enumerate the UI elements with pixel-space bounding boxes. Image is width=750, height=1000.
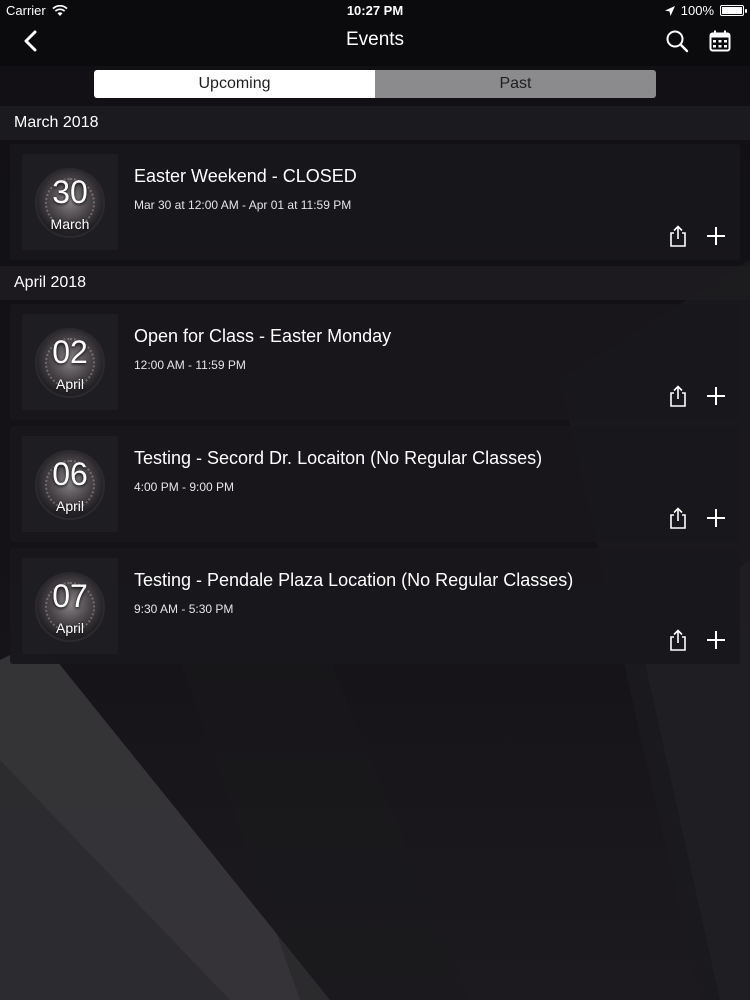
event-title: Testing - Secord Dr. Locaiton (No Regula… — [134, 448, 543, 468]
date-badge: 07 April — [22, 558, 118, 654]
share-icon — [670, 629, 686, 651]
event-actions — [666, 224, 728, 248]
event-day: 02 — [52, 334, 88, 370]
date-badge: 02 April — [22, 314, 118, 410]
event-time: 9:30 AM - 5:30 PM — [134, 602, 234, 616]
add-icon — [707, 227, 725, 245]
search-button[interactable] — [662, 28, 692, 54]
share-icon — [670, 507, 686, 529]
date-badge: 30 March — [22, 154, 118, 250]
share-button[interactable] — [666, 224, 690, 248]
calendar-icon — [709, 30, 731, 52]
add-to-calendar-button[interactable] — [704, 384, 728, 408]
add-to-calendar-button[interactable] — [704, 224, 728, 248]
status-right: 100% — [664, 3, 747, 18]
event-day: 06 — [52, 456, 88, 492]
event-title: Open for Class - Easter Monday — [134, 326, 392, 346]
page-title: Events — [345, 29, 405, 50]
event-card[interactable]: 07 April Testing - Pendale Plaza Locatio… — [10, 548, 740, 664]
status-time: 10:27 PM — [346, 3, 404, 18]
share-button[interactable] — [666, 506, 690, 530]
calendar-button[interactable] — [705, 28, 735, 54]
event-time: Mar 30 at 12:00 AM - Apr 01 at 11:59 PM — [134, 198, 352, 212]
events-list: March 2018 30 March Easter Weekend - CLO… — [0, 106, 750, 670]
battery-icon — [720, 5, 747, 16]
add-icon — [707, 631, 725, 649]
event-actions — [666, 628, 728, 652]
month-header: April 2018 — [0, 266, 750, 300]
month-header: March 2018 — [0, 106, 750, 140]
date-badge: 06 April — [22, 436, 118, 532]
tab-past[interactable]: Past — [375, 70, 656, 98]
event-title: Testing - Pendale Plaza Location (No Reg… — [134, 570, 574, 590]
tab-upcoming[interactable]: Upcoming — [94, 70, 375, 98]
status-bar: Carrier 10:27 PM 100% — [0, 0, 750, 22]
share-icon — [670, 225, 686, 247]
event-title: Easter Weekend - CLOSED — [134, 166, 357, 186]
events-filter-segmented-control: Upcoming Past — [94, 70, 656, 98]
share-icon — [670, 385, 686, 407]
event-day: 30 — [52, 174, 88, 210]
event-actions — [666, 384, 728, 408]
event-month: April — [55, 498, 84, 514]
add-icon — [707, 509, 725, 527]
event-month: March — [50, 216, 90, 232]
event-month: April — [55, 620, 84, 636]
add-to-calendar-button[interactable] — [704, 506, 728, 530]
add-icon — [707, 387, 725, 405]
event-card[interactable]: 02 April Open for Class - Easter Monday … — [10, 304, 740, 420]
event-time: 4:00 PM - 9:00 PM — [134, 480, 235, 494]
share-button[interactable] — [666, 384, 690, 408]
search-icon — [666, 30, 689, 53]
event-card[interactable]: 06 April Testing - Secord Dr. Locaiton (… — [10, 426, 740, 542]
event-time: 12:00 AM - 11:59 PM — [134, 358, 246, 372]
event-day: 07 — [52, 578, 88, 614]
share-button[interactable] — [666, 628, 690, 652]
location-arrow-icon — [664, 5, 675, 16]
event-card[interactable]: 30 March Easter Weekend - CLOSED Mar 30 … — [10, 144, 740, 260]
event-actions — [666, 506, 728, 530]
event-month: April — [55, 376, 84, 392]
add-to-calendar-button[interactable] — [704, 628, 728, 652]
battery-percent: 100% — [680, 3, 714, 18]
